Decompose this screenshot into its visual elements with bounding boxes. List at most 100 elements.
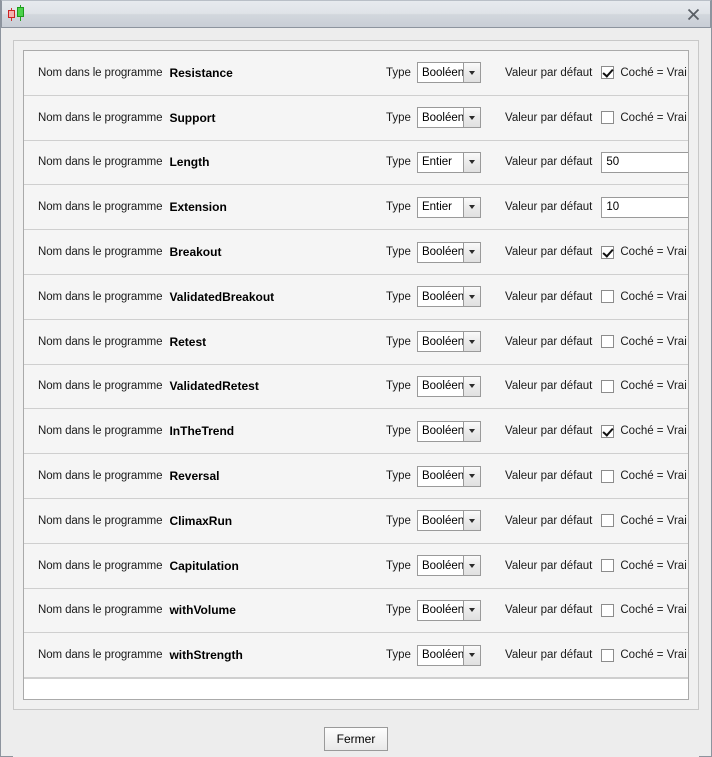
chevron-down-icon[interactable] <box>462 556 480 576</box>
parameter-name-value: withVolume <box>169 603 236 618</box>
parameter-default-group: Valeur par défaut Coché = Vrai <box>505 245 687 259</box>
default-value-checkbox[interactable] <box>601 648 615 662</box>
default-value-checkbox[interactable] <box>601 290 615 304</box>
type-select[interactable]: Booléen <box>416 107 481 129</box>
default-value-label: Valeur par défaut <box>505 559 593 572</box>
chevron-down-icon[interactable] <box>462 242 480 262</box>
type-select[interactable]: Booléen <box>416 375 481 397</box>
parameter-row: Nom dans le programme Length Type Entier Val… <box>24 140 688 186</box>
default-value-label: Valeur par défaut <box>505 380 593 393</box>
type-select-value: Booléen <box>421 335 465 348</box>
fermer-button[interactable]: Fermer <box>323 727 389 751</box>
type-label: Type <box>386 66 411 79</box>
default-value-checkbox-group: Coché = Vrai <box>601 290 687 304</box>
type-label: Type <box>386 156 411 169</box>
chevron-down-icon[interactable] <box>462 466 480 486</box>
parameter-name-value: InTheTrend <box>169 424 235 439</box>
close-icon <box>687 8 699 21</box>
chevron-down-icon[interactable] <box>462 332 480 352</box>
chevron-down-icon[interactable] <box>462 152 480 172</box>
parameter-default-group: Valeur par défaut Coché = Vrai <box>505 469 687 483</box>
type-select-value: Booléen <box>421 66 465 79</box>
parameter-default-group: Valeur par défaut Coché = Vrai <box>505 335 687 349</box>
parameter-name-value: Length <box>169 155 210 170</box>
parameter-name-prefix-label: Nom dans le programme <box>38 470 163 483</box>
type-select[interactable]: Booléen <box>416 62 481 84</box>
chevron-down-icon[interactable] <box>462 376 480 396</box>
default-value-label: Valeur par défaut <box>505 470 593 483</box>
parameter-name-value: Support <box>169 110 216 125</box>
type-select[interactable]: Booléen <box>416 599 481 621</box>
type-select-value: Booléen <box>421 380 465 393</box>
default-value-input[interactable] <box>601 151 688 173</box>
parameter-name-prefix-label: Nom dans le programme <box>38 335 163 348</box>
chevron-down-icon[interactable] <box>462 511 480 531</box>
parameter-name-prefix-label: Nom dans le programme <box>38 604 163 617</box>
parameter-default-group: Valeur par défaut Coché = Vrai <box>505 648 687 662</box>
window-close-button[interactable] <box>676 1 710 28</box>
default-value-checkbox[interactable] <box>601 66 615 80</box>
default-value-checkbox-group: Coché = Vrai <box>601 424 687 438</box>
parameter-name-prefix-label: Nom dans le programme <box>38 514 163 527</box>
default-value-checkbox[interactable] <box>601 335 615 349</box>
chevron-down-icon[interactable] <box>462 108 480 128</box>
checkbox-label: Coché = Vrai <box>620 514 687 527</box>
type-select-value: Entier <box>421 156 452 169</box>
parameter-default-group: Valeur par défaut Coché = Vrai <box>505 379 687 393</box>
chevron-down-icon[interactable] <box>462 421 480 441</box>
parameter-row: Nom dans le programme Support Type Booléen V… <box>24 95 688 141</box>
default-value-checkbox-group: Coché = Vrai <box>601 648 687 662</box>
default-value-label: Valeur par défaut <box>505 649 593 662</box>
default-value-checkbox[interactable] <box>601 111 615 125</box>
type-select[interactable]: Booléen <box>416 286 481 308</box>
default-value-checkbox[interactable] <box>601 245 615 259</box>
type-select[interactable]: Booléen <box>416 510 481 532</box>
parameter-name-value: ClimaxRun <box>169 513 233 528</box>
type-select[interactable]: Booléen <box>416 331 481 353</box>
parameter-name-prefix-label: Nom dans le programme <box>38 559 163 572</box>
title-bar <box>1 0 711 28</box>
parameters-panel: Nom dans le programme Resistance Type Boolé… <box>13 40 699 710</box>
parameter-default-group: Valeur par défaut Coché = Vrai <box>505 514 687 528</box>
default-value-checkbox[interactable] <box>601 424 615 438</box>
window-body: Nom dans le programme Resistance Type Boolé… <box>1 28 711 757</box>
type-label: Type <box>386 111 411 124</box>
type-select[interactable]: Booléen <box>416 241 481 263</box>
parameter-name-value: Extension <box>169 200 227 215</box>
default-value-checkbox[interactable] <box>601 559 615 573</box>
parameter-default-group: Valeur par défaut Coché = Vrai <box>505 111 687 125</box>
default-value-checkbox[interactable] <box>601 514 615 528</box>
parameter-type-group: Type Entier <box>386 151 481 173</box>
chevron-down-icon[interactable] <box>462 600 480 620</box>
parameter-type-group: Type Booléen <box>386 62 481 84</box>
type-label: Type <box>386 201 411 214</box>
chevron-down-icon[interactable] <box>462 197 480 217</box>
type-select-value: Entier <box>421 201 452 214</box>
parameter-name-prefix-label: Nom dans le programme <box>38 111 163 124</box>
default-value-input[interactable] <box>601 196 688 218</box>
type-select[interactable]: Booléen <box>416 644 481 666</box>
default-value-checkbox[interactable] <box>601 603 615 617</box>
type-select[interactable]: Entier <box>416 196 481 218</box>
parameter-default-group: Valeur par défaut Coché = Vrai <box>505 66 687 80</box>
type-select[interactable]: Booléen <box>416 555 481 577</box>
checkbox-label: Coché = Vrai <box>620 290 687 303</box>
type-select[interactable]: Entier <box>416 151 481 173</box>
default-value-checkbox[interactable] <box>601 379 615 393</box>
chevron-down-icon[interactable] <box>462 287 480 307</box>
default-value-label: Valeur par défaut <box>505 156 593 169</box>
parameter-type-group: Type Booléen <box>386 599 481 621</box>
chevron-down-icon[interactable] <box>462 63 480 83</box>
chevron-down-icon[interactable] <box>462 645 480 665</box>
checkbox-label: Coché = Vrai <box>620 425 687 438</box>
parameter-row: Nom dans le programme Reversal Type Booléen… <box>24 454 688 499</box>
parameter-type-group: Type Booléen <box>386 331 481 353</box>
type-select[interactable]: Booléen <box>416 420 481 442</box>
default-value-checkbox[interactable] <box>601 469 615 483</box>
parameter-type-group: Type Booléen <box>386 107 481 129</box>
type-select[interactable]: Booléen <box>416 465 481 487</box>
parameter-name-value: Reversal <box>169 469 220 484</box>
type-select-value: Booléen <box>421 290 465 303</box>
parameter-name-prefix-label: Nom dans le programme <box>38 66 163 79</box>
parameters-list[interactable]: Nom dans le programme Resistance Type Boolé… <box>23 50 689 700</box>
